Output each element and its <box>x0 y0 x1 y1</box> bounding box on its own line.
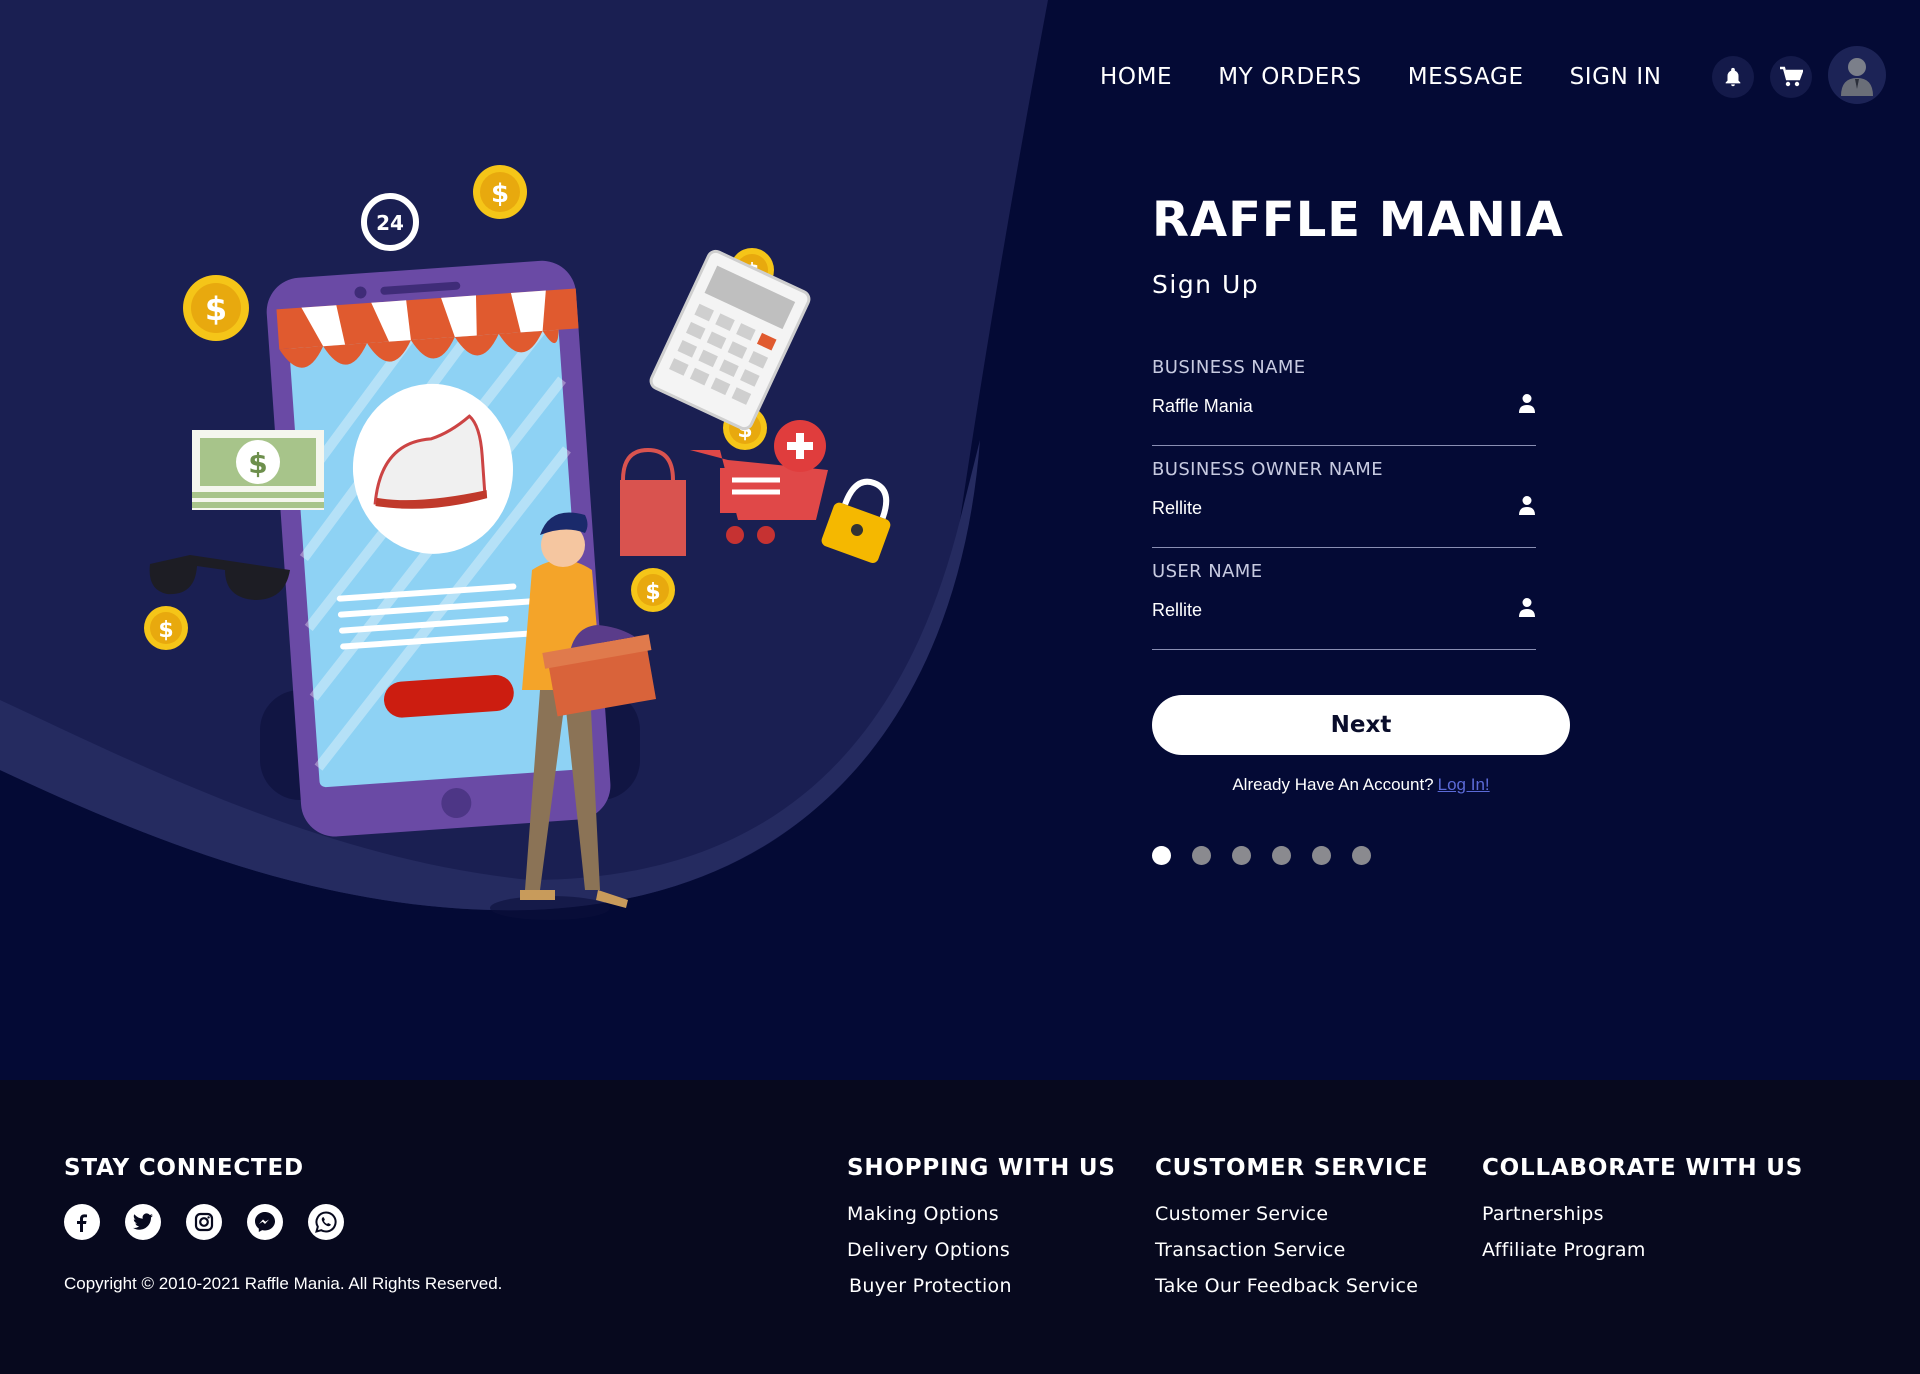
messenger-icon[interactable] <box>247 1204 283 1240</box>
footer-link[interactable]: Customer Service <box>1155 1203 1328 1225</box>
stay-connected-heading: STAY CONNECTED <box>64 1155 304 1181</box>
whatsapp-icon[interactable] <box>308 1204 344 1240</box>
step-dot-2[interactable] <box>1192 846 1211 865</box>
user-name-field[interactable]: USER NAME Rellite <box>1152 561 1536 650</box>
step-dot-5[interactable] <box>1312 846 1331 865</box>
hero-section: 24 $ $ $ $ $ $ $ <box>0 0 1920 1080</box>
copyright-text: Copyright © 2010-2021 Raffle Mania. All … <box>64 1274 503 1293</box>
footer-link[interactable]: Affiliate Program <box>1482 1239 1646 1261</box>
twitter-icon[interactable] <box>125 1204 161 1240</box>
footer-link[interactable]: Buyer Protection <box>849 1275 1012 1297</box>
step-dot-1[interactable] <box>1152 846 1171 865</box>
step-indicator <box>1152 846 1392 865</box>
business-name-input[interactable]: Raffle Mania <box>1152 396 1536 417</box>
coin-symbol: $ <box>645 580 660 605</box>
already-text: Already Have An Account? <box>1232 775 1434 794</box>
user-icon <box>1519 496 1535 515</box>
business-owner-name-field[interactable]: BUSINESS OWNER NAME Rellite <box>1152 459 1536 548</box>
footer-link[interactable]: Transaction Service <box>1155 1239 1346 1261</box>
step-dot-6[interactable] <box>1352 846 1371 865</box>
badge-24-text: 24 <box>376 211 404 235</box>
field-label: BUSINESS OWNER NAME <box>1152 459 1383 480</box>
instagram-icon[interactable] <box>186 1204 222 1240</box>
footer-link[interactable]: Take Our Feedback Service <box>1155 1275 1418 1297</box>
social-links <box>64 1204 369 1240</box>
page-subtitle: Sign Up <box>1152 270 1260 299</box>
user-name-input[interactable]: Rellite <box>1152 600 1536 621</box>
facebook-icon[interactable] <box>64 1204 100 1240</box>
footer-link[interactable]: Delivery Options <box>847 1239 1010 1261</box>
footer-col-heading: COLLABORATE WITH US <box>1482 1155 1804 1181</box>
money-symbol: $ <box>248 447 267 480</box>
user-avatar[interactable] <box>1827 46 1886 104</box>
coin-symbol: $ <box>491 179 509 209</box>
cart-icon[interactable] <box>1769 56 1812 98</box>
coin-symbol: $ <box>158 618 173 643</box>
footer-col-heading: SHOPPING WITH US <box>847 1155 1116 1181</box>
user-icon <box>1519 598 1535 617</box>
nav-message[interactable]: MESSAGE <box>1408 64 1524 90</box>
nav-icons <box>1711 46 1886 104</box>
bell-icon[interactable] <box>1711 56 1754 98</box>
shopping-illustration: 24 $ $ $ $ $ $ $ <box>144 165 891 920</box>
step-dot-3[interactable] <box>1232 846 1251 865</box>
business-owner-name-input[interactable]: Rellite <box>1152 498 1536 519</box>
brand-title: RAFFLE MANIA <box>1152 192 1564 248</box>
top-nav: HOME MY ORDERS MESSAGE SIGN IN <box>1100 46 1886 104</box>
step-dot-4[interactable] <box>1272 846 1291 865</box>
footer-col-heading: CUSTOMER SERVICE <box>1155 1155 1429 1181</box>
next-button[interactable]: Next <box>1152 695 1570 755</box>
coin-symbol: $ <box>205 290 227 328</box>
user-icon <box>1519 394 1535 413</box>
nav-home[interactable]: HOME <box>1100 64 1172 90</box>
footer-link[interactable]: Making Options <box>847 1203 999 1225</box>
login-link[interactable]: Log In! <box>1438 775 1490 794</box>
login-prompt: Already Have An Account? Log In! <box>1152 775 1570 795</box>
nav-sign-in[interactable]: SIGN IN <box>1570 64 1662 90</box>
nav-my-orders[interactable]: MY ORDERS <box>1218 64 1362 90</box>
field-label: USER NAME <box>1152 561 1263 582</box>
footer-link[interactable]: Partnerships <box>1482 1203 1604 1225</box>
business-name-field[interactable]: BUSINESS NAME Raffle Mania <box>1152 357 1536 446</box>
field-label: BUSINESS NAME <box>1152 357 1306 378</box>
